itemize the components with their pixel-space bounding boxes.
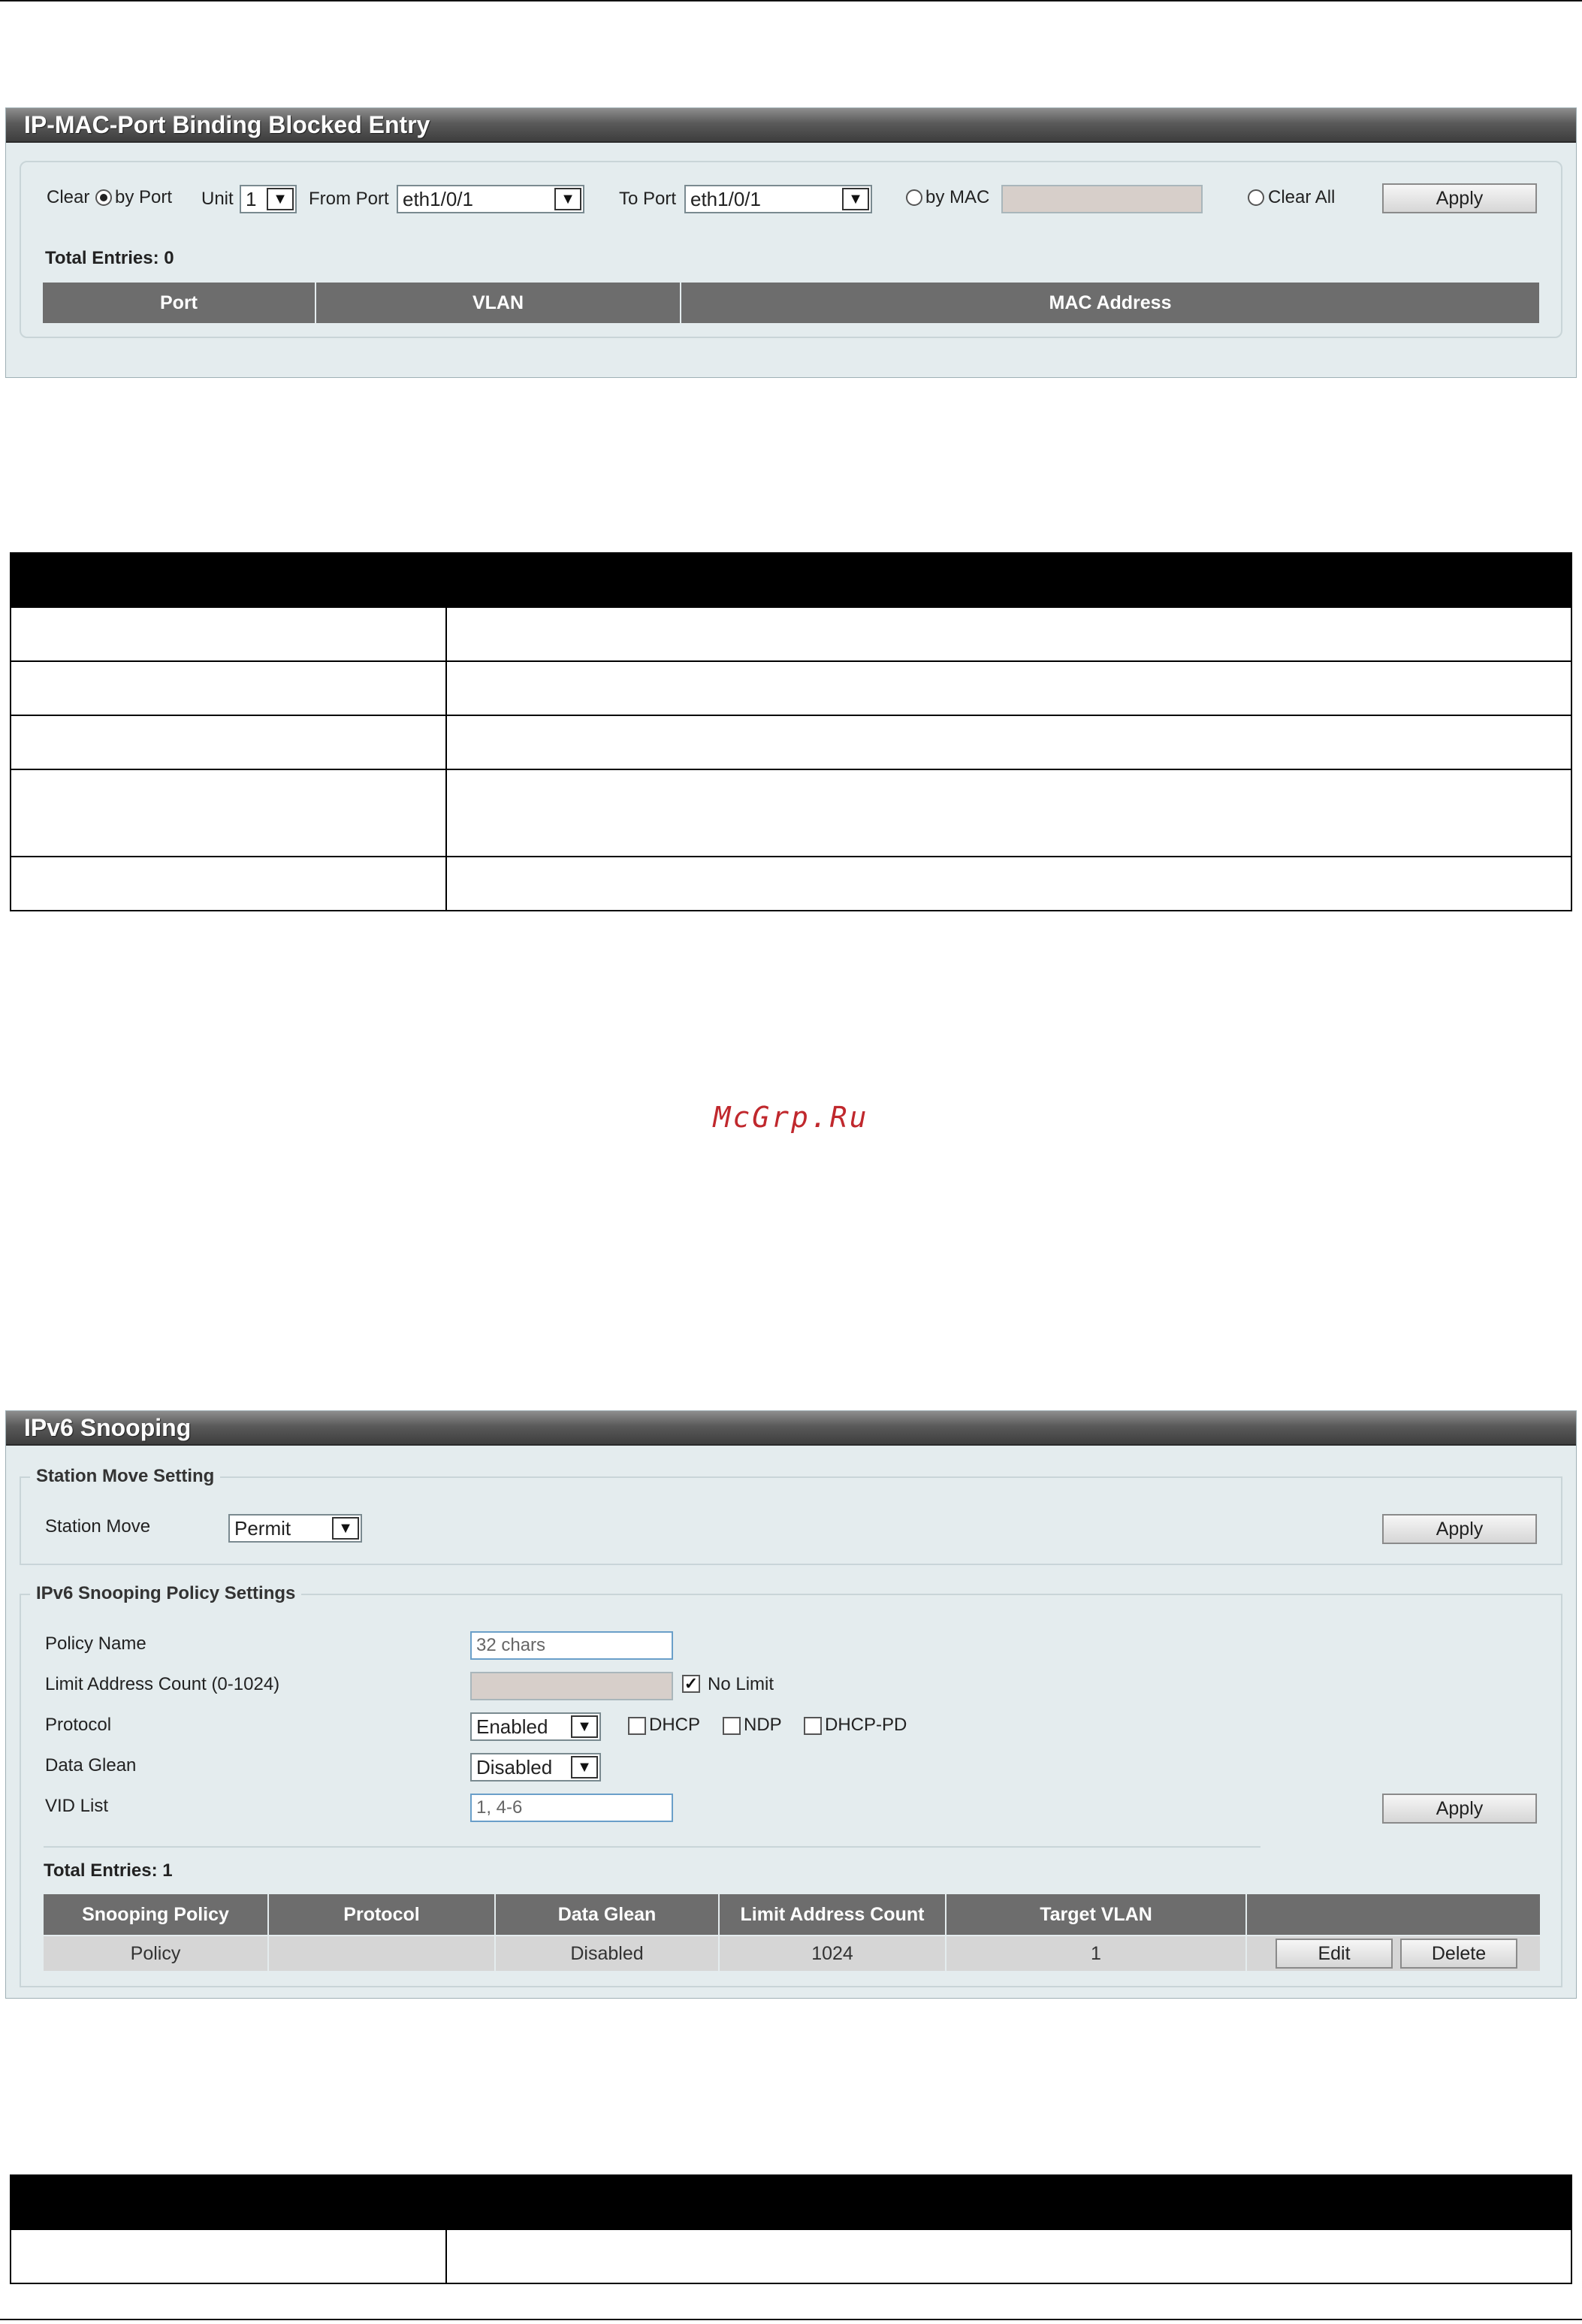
cell-protocol [267, 1935, 496, 1972]
chevron-down-icon: ▼ [842, 188, 869, 210]
policy-name-input[interactable]: 32 chars [470, 1631, 673, 1660]
bottom-rule [0, 2319, 1582, 2320]
from-port-value: eth1/0/1 [403, 188, 473, 210]
chevron-down-icon: ▼ [571, 1756, 598, 1779]
column-header-target-vlan: Target VLAN [945, 1893, 1247, 1936]
protocol-label: Protocol [45, 1715, 112, 1735]
from-port-label: From Port [309, 189, 389, 209]
clear-label: Clear [47, 187, 90, 207]
ndp-label: NDP [744, 1715, 782, 1735]
column-header-mac-address: MAC Address [680, 281, 1541, 325]
policy-settings-fieldset: IPv6 Snooping Policy Settings Policy Nam… [20, 1583, 1562, 1987]
delete-button[interactable]: Delete [1400, 1939, 1517, 1969]
panel-title: IPv6 Snooping [6, 1411, 1576, 1446]
cell-policy: Policy [42, 1935, 269, 1972]
dhcp-checkbox[interactable] [628, 1717, 646, 1735]
fieldset-legend: IPv6 Snooping Policy Settings [30, 1583, 302, 1604]
by-mac-label: by MAC [925, 187, 990, 207]
no-limit-label: No Limit [708, 1674, 774, 1694]
data-glean-select[interactable]: Disabled ▼ [470, 1753, 601, 1782]
column-header-snooping-policy: Snooping Policy [42, 1893, 269, 1936]
no-limit-checkbox[interactable]: ✓ [682, 1675, 700, 1693]
mac-address-input[interactable] [1001, 185, 1203, 213]
unit-value: 1 [246, 188, 257, 210]
by-mac-radio[interactable] [906, 189, 922, 206]
ipv6-snooping-panel: IPv6 Snooping Station Move Setting Stati… [5, 1410, 1577, 1999]
parameter-table [10, 552, 1572, 911]
unit-select[interactable]: 1 ▼ [240, 185, 297, 213]
panel-title: IP-MAC-Port Binding Blocked Entry [6, 108, 1576, 143]
cell-limit-address-count: 1024 [718, 1935, 946, 1972]
blocked-entry-panel: IP-MAC-Port Binding Blocked Entry Clear … [5, 107, 1577, 378]
by-port-label: by Port [115, 187, 173, 207]
column-header-protocol: Protocol [267, 1893, 496, 1936]
to-port-label: To Port [619, 189, 677, 209]
table-row: Policy Disabled 1024 1 Edit Delete [42, 1935, 1541, 1972]
by-port-radio[interactable] [95, 189, 112, 206]
edit-button[interactable]: Edit [1276, 1939, 1393, 1969]
station-move-select[interactable]: Permit ▼ [228, 1514, 362, 1543]
policy-apply-button[interactable]: Apply [1382, 1794, 1537, 1824]
station-move-fieldset: Station Move Setting Station Move Permit… [20, 1466, 1562, 1565]
clear-all-radio[interactable] [1248, 189, 1264, 206]
cell-actions: Edit Delete [1245, 1935, 1541, 1972]
apply-button[interactable]: Apply [1382, 183, 1537, 213]
chevron-down-icon: ▼ [554, 188, 581, 210]
to-port-select[interactable]: eth1/0/1 ▼ [684, 185, 872, 213]
watermark: McGrp.Ru [713, 1101, 869, 1134]
data-glean-label: Data Glean [45, 1755, 137, 1775]
limit-address-count-input[interactable] [470, 1672, 673, 1700]
clear-all-label: Clear All [1268, 187, 1336, 207]
cell-data-glean: Disabled [494, 1935, 720, 1972]
to-port-value: eth1/0/1 [690, 188, 761, 210]
protocol-value: Enabled [476, 1715, 548, 1738]
total-entries: Total Entries: 0 [45, 248, 174, 268]
chevron-down-icon: ▼ [571, 1715, 598, 1738]
parameter-table [10, 2174, 1572, 2284]
fieldset-legend: Station Move Setting [30, 1466, 221, 1487]
column-header-limit-address-count: Limit Address Count [718, 1893, 946, 1936]
station-move-label: Station Move [45, 1516, 151, 1537]
station-move-apply-button[interactable]: Apply [1382, 1514, 1537, 1544]
snooping-policy-table: Snooping Policy Protocol Data Glean Limi… [42, 1893, 1541, 1972]
limit-address-count-label: Limit Address Count (0-1024) [45, 1674, 280, 1694]
station-move-value: Permit [234, 1517, 291, 1540]
total-entries: Total Entries: 1 [44, 1860, 173, 1881]
dhcp-label: DHCP [649, 1715, 701, 1735]
protocol-select[interactable]: Enabled ▼ [470, 1712, 601, 1741]
from-port-select[interactable]: eth1/0/1 ▼ [397, 185, 584, 213]
column-header-data-glean: Data Glean [494, 1893, 720, 1936]
column-header-vlan: VLAN [315, 281, 681, 325]
column-header-port: Port [41, 281, 316, 325]
dhcp-pd-label: DHCP-PD [825, 1715, 907, 1735]
top-rule [0, 0, 1582, 2]
vid-list-input[interactable]: 1, 4-6 [470, 1794, 673, 1822]
chevron-down-icon: ▼ [332, 1517, 359, 1540]
blocked-entry-table: Port VLAN MAC Address [41, 281, 1541, 325]
divider [44, 1846, 1260, 1848]
cell-target-vlan: 1 [945, 1935, 1247, 1972]
chevron-down-icon: ▼ [267, 188, 294, 210]
vid-list-label: VID List [45, 1796, 109, 1816]
dhcp-pd-checkbox[interactable] [804, 1717, 822, 1735]
ndp-checkbox[interactable] [723, 1717, 741, 1735]
unit-label: Unit [201, 189, 234, 209]
column-header-actions [1245, 1893, 1541, 1936]
data-glean-value: Disabled [476, 1756, 553, 1779]
policy-name-label: Policy Name [45, 1633, 146, 1654]
